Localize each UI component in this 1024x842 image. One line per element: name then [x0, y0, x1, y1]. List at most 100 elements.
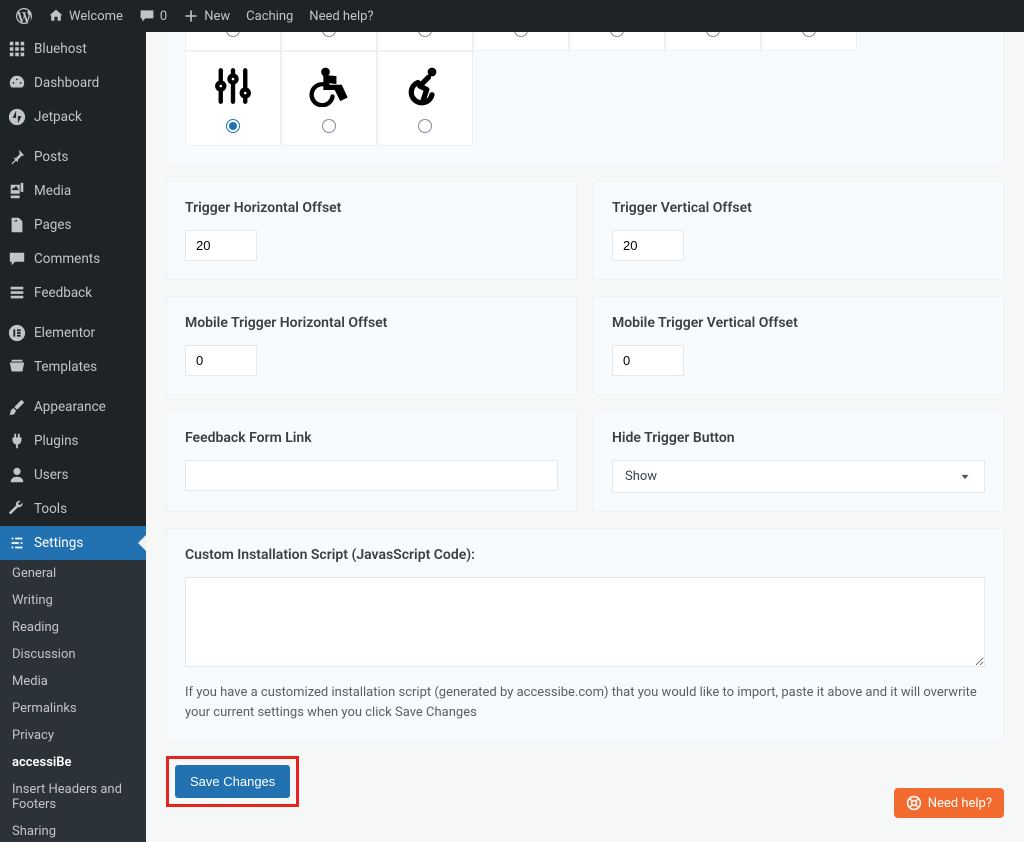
- submenu-accessibe[interactable]: accessiBe: [0, 749, 146, 776]
- icon-option-wheelchair-motion[interactable]: [377, 51, 473, 146]
- feedback-input[interactable]: [185, 460, 558, 491]
- icon-option-2[interactable]: [281, 32, 377, 51]
- admin-sidebar: Bluehost Dashboard Jetpack Posts Media P…: [0, 32, 146, 842]
- h-offset-input[interactable]: [185, 230, 257, 261]
- wrench-icon: [8, 500, 26, 518]
- mv-offset-label: Mobile Trigger Vertical Offset: [612, 315, 985, 331]
- hide-trigger-card: Hide Trigger Button Show: [593, 411, 1004, 512]
- icon-option-7[interactable]: [761, 32, 857, 51]
- radio-icon: [418, 119, 432, 133]
- media-icon: [8, 182, 26, 200]
- site-name: Welcome: [69, 9, 123, 24]
- wheelchair-icon: [308, 65, 350, 107]
- script-help-text: If you have a customized installation sc…: [185, 683, 985, 722]
- radio-icon: [226, 119, 240, 133]
- submenu-sharing[interactable]: Sharing: [0, 818, 146, 842]
- sidebar-item-settings[interactable]: Settings: [0, 526, 146, 560]
- submenu-privacy[interactable]: Privacy: [0, 722, 146, 749]
- sidebar-item-templates[interactable]: Templates: [0, 350, 146, 384]
- hide-label: Hide Trigger Button: [612, 430, 985, 446]
- submenu-reading[interactable]: Reading: [0, 614, 146, 641]
- radio-icon: [322, 119, 336, 133]
- sidebar-item-feedback[interactable]: Feedback: [0, 276, 146, 310]
- sidebar-item-tools[interactable]: Tools: [0, 492, 146, 526]
- dashboard-icon: [8, 74, 26, 92]
- feedback-hide-row: Feedback Form Link Hide Trigger Button S…: [166, 411, 1004, 512]
- script-label: Custom Installation Script (JavasScript …: [185, 547, 985, 563]
- icon-option-sliders[interactable]: [185, 51, 281, 146]
- wheelchair-motion-icon: [404, 65, 446, 107]
- comments-count: 0: [160, 9, 167, 24]
- feedback-label: Feedback Form Link: [185, 430, 558, 446]
- icon-option-3[interactable]: [377, 32, 473, 51]
- mv-offset-input[interactable]: [612, 345, 684, 376]
- save-button[interactable]: Save Changes: [175, 765, 290, 798]
- script-textarea[interactable]: [185, 577, 985, 667]
- site-name-link[interactable]: Welcome: [40, 0, 131, 32]
- hide-select[interactable]: Show: [612, 460, 985, 493]
- sidebar-item-comments[interactable]: Comments: [0, 242, 146, 276]
- main-content: Trigger Horizontal Offset Trigger Vertic…: [146, 32, 1024, 842]
- need-help-link[interactable]: Need help?: [301, 0, 381, 32]
- sidebar-item-appearance[interactable]: Appearance: [0, 390, 146, 424]
- wp-logo[interactable]: [8, 0, 40, 32]
- v-offset-card: Trigger Vertical Offset: [593, 181, 1004, 280]
- comment-icon: [8, 250, 26, 268]
- radio-icon: [802, 32, 816, 37]
- sidebar-item-media[interactable]: Media: [0, 174, 146, 208]
- sidebar-item-posts[interactable]: Posts: [0, 140, 146, 174]
- feedback-icon: [8, 284, 26, 302]
- v-offset-label: Trigger Vertical Offset: [612, 200, 985, 216]
- feedback-card: Feedback Form Link: [166, 411, 577, 512]
- submenu-media[interactable]: Media: [0, 668, 146, 695]
- radio-icon: [706, 32, 720, 37]
- sidebar-item-jetpack[interactable]: Jetpack: [0, 100, 146, 134]
- submenu-permalinks[interactable]: Permalinks: [0, 695, 146, 722]
- comments-link[interactable]: 0: [131, 0, 175, 32]
- sidebar-item-plugins[interactable]: Plugins: [0, 424, 146, 458]
- offset-row: Trigger Horizontal Offset Trigger Vertic…: [166, 181, 1004, 280]
- pin-icon: [8, 148, 26, 166]
- settings-icon: [8, 534, 26, 552]
- need-help-label: Need help?: [928, 796, 992, 811]
- icon-option-6[interactable]: [665, 32, 761, 51]
- home-icon: [48, 8, 64, 24]
- sidebar-item-users[interactable]: Users: [0, 458, 146, 492]
- sidebar-item-pages[interactable]: Pages: [0, 208, 146, 242]
- v-offset-input[interactable]: [612, 230, 684, 261]
- sidebar-item-dashboard[interactable]: Dashboard: [0, 66, 146, 100]
- new-content-link[interactable]: New: [175, 0, 238, 32]
- sidebar-item-bluehost[interactable]: Bluehost: [0, 32, 146, 66]
- comment-icon: [139, 8, 155, 24]
- mobile-offset-row: Mobile Trigger Horizontal Offset Mobile …: [166, 296, 1004, 395]
- submenu-writing[interactable]: Writing: [0, 587, 146, 614]
- submenu-general[interactable]: General: [0, 560, 146, 587]
- need-help-button[interactable]: Need help?: [894, 788, 1004, 818]
- submenu-headers-footers[interactable]: Insert Headers and Footers: [0, 776, 146, 818]
- mh-offset-label: Mobile Trigger Horizontal Offset: [185, 315, 558, 331]
- plugin-icon: [8, 432, 26, 450]
- h-offset-label: Trigger Horizontal Offset: [185, 200, 558, 216]
- hide-select-value: Show: [625, 469, 657, 484]
- sidebar-item-elementor[interactable]: Elementor: [0, 316, 146, 350]
- sliders-icon: [212, 65, 254, 107]
- mv-offset-card: Mobile Trigger Vertical Offset: [593, 296, 1004, 395]
- icon-option-wheelchair[interactable]: [281, 51, 377, 146]
- submenu-discussion[interactable]: Discussion: [0, 641, 146, 668]
- save-highlight: Save Changes: [166, 756, 299, 807]
- custom-script-card: Custom Installation Script (JavasScript …: [166, 528, 1004, 741]
- grid-icon: [8, 40, 26, 58]
- icon-option-5[interactable]: [569, 32, 665, 51]
- radio-icon: [418, 32, 432, 37]
- icon-option-1[interactable]: [185, 32, 281, 51]
- caching-link[interactable]: Caching: [238, 0, 301, 32]
- radio-icon: [514, 32, 528, 37]
- icon-option-4[interactable]: [473, 32, 569, 51]
- settings-submenu: General Writing Reading Discussion Media…: [0, 560, 146, 842]
- mh-offset-input[interactable]: [185, 345, 257, 376]
- user-icon: [8, 466, 26, 484]
- icon-grid-row1: [185, 32, 985, 51]
- chevron-down-icon: [958, 470, 972, 484]
- pages-icon: [8, 216, 26, 234]
- new-label: New: [204, 9, 230, 24]
